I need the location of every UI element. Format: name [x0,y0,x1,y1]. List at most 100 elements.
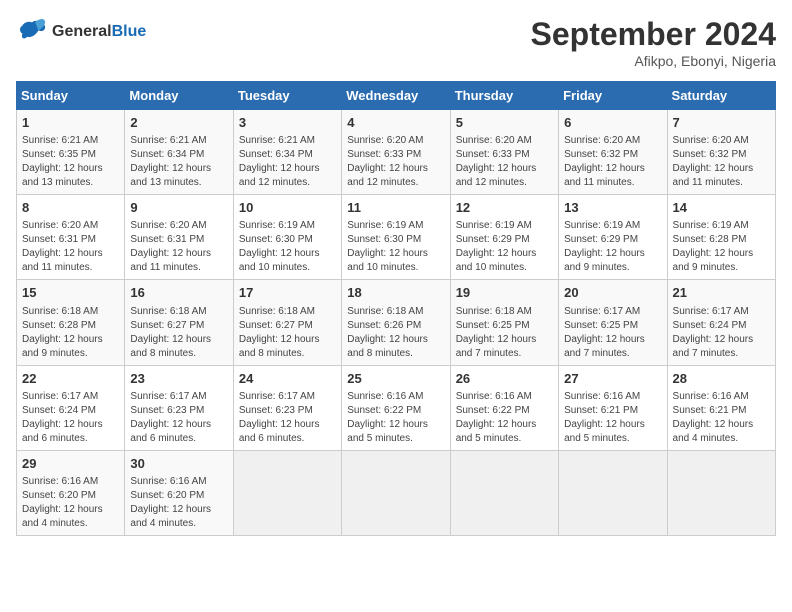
day-number: 29 [22,455,119,473]
day-number: 28 [673,370,770,388]
day-info: Sunrise: 6:19 AM Sunset: 6:29 PM Dayligh… [564,219,661,275]
day-number: 11 [347,199,444,217]
day-info: Sunrise: 6:20 AM Sunset: 6:33 PM Dayligh… [456,134,553,190]
table-row: 10 Sunrise: 6:19 AM Sunset: 6:30 PM Dayli… [233,195,341,280]
table-row: 30Sunrise: 6:16 AM Sunset: 6:20 PM Dayli… [125,450,233,535]
day-info: Sunrise: 6:17 AM Sunset: 6:23 PM Dayligh… [130,390,227,446]
calendar-row: 1 Sunrise: 6:21 AM Sunset: 6:35 PM Daylig… [17,110,776,195]
day-number: 15 [22,284,119,302]
day-number: 5 [456,114,553,132]
table-row: 7Sunrise: 6:20 AM Sunset: 6:32 PM Daylig… [667,110,775,195]
day-number: 1 [22,114,119,132]
day-info: Sunrise: 6:18 AM Sunset: 6:26 PM Dayligh… [347,305,444,361]
day-info: Sunrise: 6:16 AM Sunset: 6:22 PM Dayligh… [347,390,444,446]
table-row: 11 Sunrise: 6:19 AM Sunset: 6:30 PM Dayli… [342,195,450,280]
table-row: 16Sunrise: 6:18 AM Sunset: 6:27 PM Dayli… [125,280,233,365]
table-row [342,450,450,535]
table-row: 26 Sunrise: 6:16 AM Sunset: 6:22 PM Dayli… [450,365,558,450]
table-row: 5 Sunrise: 6:20 AM Sunset: 6:33 PM Daylig… [450,110,558,195]
day-number: 12 [456,199,553,217]
day-info: Sunrise: 6:20 AM Sunset: 6:31 PM Dayligh… [130,219,227,275]
day-number: 14 [673,199,770,217]
table-row: 24Sunrise: 6:17 AM Sunset: 6:23 PM Dayli… [233,365,341,450]
day-number: 23 [130,370,227,388]
day-info: Sunrise: 6:20 AM Sunset: 6:32 PM Dayligh… [564,134,661,190]
day-number: 25 [347,370,444,388]
day-number: 30 [130,455,227,473]
col-friday: Friday [559,82,667,110]
title-block: September 2024 Afikpo, Ebonyi, Nigeria [531,16,776,69]
day-number: 27 [564,370,661,388]
table-row: 3Sunrise: 6:21 AM Sunset: 6:34 PM Daylig… [233,110,341,195]
day-info: Sunrise: 6:19 AM Sunset: 6:30 PM Dayligh… [239,219,336,275]
col-thursday: Thursday [450,82,558,110]
day-info: Sunrise: 6:16 AM Sunset: 6:20 PM Dayligh… [22,475,119,531]
day-info: Sunrise: 6:21 AM Sunset: 6:35 PM Dayligh… [22,134,119,190]
day-info: Sunrise: 6:19 AM Sunset: 6:29 PM Dayligh… [456,219,553,275]
calendar-row: 29 Sunrise: 6:16 AM Sunset: 6:20 PM Dayli… [17,450,776,535]
day-info: Sunrise: 6:16 AM Sunset: 6:22 PM Dayligh… [456,390,553,446]
day-info: Sunrise: 6:18 AM Sunset: 6:27 PM Dayligh… [130,305,227,361]
page-header: GeneralBlue September 2024 Afikpo, Ebony… [16,16,776,69]
day-info: Sunrise: 6:17 AM Sunset: 6:25 PM Dayligh… [564,305,661,361]
logo: GeneralBlue [16,16,146,48]
col-monday: Monday [125,82,233,110]
day-number: 20 [564,284,661,302]
table-row: 25 Sunrise: 6:16 AM Sunset: 6:22 PM Dayli… [342,365,450,450]
day-number: 6 [564,114,661,132]
table-row: 12 Sunrise: 6:19 AM Sunset: 6:29 PM Dayli… [450,195,558,280]
day-number: 13 [564,199,661,217]
day-number: 19 [456,284,553,302]
day-number: 8 [22,199,119,217]
day-info: Sunrise: 6:19 AM Sunset: 6:30 PM Dayligh… [347,219,444,275]
day-number: 3 [239,114,336,132]
logo-icon [16,16,48,48]
table-row: 14 Sunrise: 6:19 AM Sunset: 6:28 PM Dayli… [667,195,775,280]
logo-text: GeneralBlue [52,23,146,41]
table-row: 21 Sunrise: 6:17 AM Sunset: 6:24 PM Dayli… [667,280,775,365]
day-number: 10 [239,199,336,217]
day-number: 9 [130,199,227,217]
col-tuesday: Tuesday [233,82,341,110]
month-title: September 2024 [531,16,776,53]
table-row [559,450,667,535]
day-info: Sunrise: 6:17 AM Sunset: 6:24 PM Dayligh… [22,390,119,446]
calendar-row: 22 Sunrise: 6:17 AM Sunset: 6:24 PM Dayli… [17,365,776,450]
table-row [233,450,341,535]
calendar-row: 8 Sunrise: 6:20 AM Sunset: 6:31 PM Daylig… [17,195,776,280]
location: Afikpo, Ebonyi, Nigeria [531,53,776,69]
table-row: 19 Sunrise: 6:18 AM Sunset: 6:25 PM Dayli… [450,280,558,365]
col-saturday: Saturday [667,82,775,110]
day-info: Sunrise: 6:16 AM Sunset: 6:21 PM Dayligh… [564,390,661,446]
table-row: 2Sunrise: 6:21 AM Sunset: 6:34 PM Daylig… [125,110,233,195]
day-info: Sunrise: 6:16 AM Sunset: 6:21 PM Dayligh… [673,390,770,446]
table-row: 8 Sunrise: 6:20 AM Sunset: 6:31 PM Daylig… [17,195,125,280]
day-number: 22 [22,370,119,388]
calendar-table: Sunday Monday Tuesday Wednesday Thursday… [16,81,776,536]
table-row: 9 Sunrise: 6:20 AM Sunset: 6:31 PM Daylig… [125,195,233,280]
day-info: Sunrise: 6:17 AM Sunset: 6:24 PM Dayligh… [673,305,770,361]
table-row: 27 Sunrise: 6:16 AM Sunset: 6:21 PM Dayli… [559,365,667,450]
table-row: 22 Sunrise: 6:17 AM Sunset: 6:24 PM Dayli… [17,365,125,450]
table-row: 6 Sunrise: 6:20 AM Sunset: 6:32 PM Daylig… [559,110,667,195]
day-info: Sunrise: 6:20 AM Sunset: 6:31 PM Dayligh… [22,219,119,275]
table-row: 4 Sunrise: 6:20 AM Sunset: 6:33 PM Daylig… [342,110,450,195]
day-info: Sunrise: 6:20 AM Sunset: 6:33 PM Dayligh… [347,134,444,190]
day-number: 26 [456,370,553,388]
calendar-row: 15 Sunrise: 6:18 AM Sunset: 6:28 PM Dayli… [17,280,776,365]
day-number: 4 [347,114,444,132]
calendar-header-row: Sunday Monday Tuesday Wednesday Thursday… [17,82,776,110]
table-row: 28 Sunrise: 6:16 AM Sunset: 6:21 PM Dayli… [667,365,775,450]
day-info: Sunrise: 6:18 AM Sunset: 6:28 PM Dayligh… [22,305,119,361]
table-row [667,450,775,535]
table-row: 17Sunrise: 6:18 AM Sunset: 6:27 PM Dayli… [233,280,341,365]
table-row: 20 Sunrise: 6:17 AM Sunset: 6:25 PM Dayli… [559,280,667,365]
day-number: 21 [673,284,770,302]
table-row: 29 Sunrise: 6:16 AM Sunset: 6:20 PM Dayli… [17,450,125,535]
day-info: Sunrise: 6:19 AM Sunset: 6:28 PM Dayligh… [673,219,770,275]
day-info: Sunrise: 6:21 AM Sunset: 6:34 PM Dayligh… [130,134,227,190]
day-number: 24 [239,370,336,388]
day-info: Sunrise: 6:18 AM Sunset: 6:27 PM Dayligh… [239,305,336,361]
day-info: Sunrise: 6:18 AM Sunset: 6:25 PM Dayligh… [456,305,553,361]
table-row: 15 Sunrise: 6:18 AM Sunset: 6:28 PM Dayli… [17,280,125,365]
